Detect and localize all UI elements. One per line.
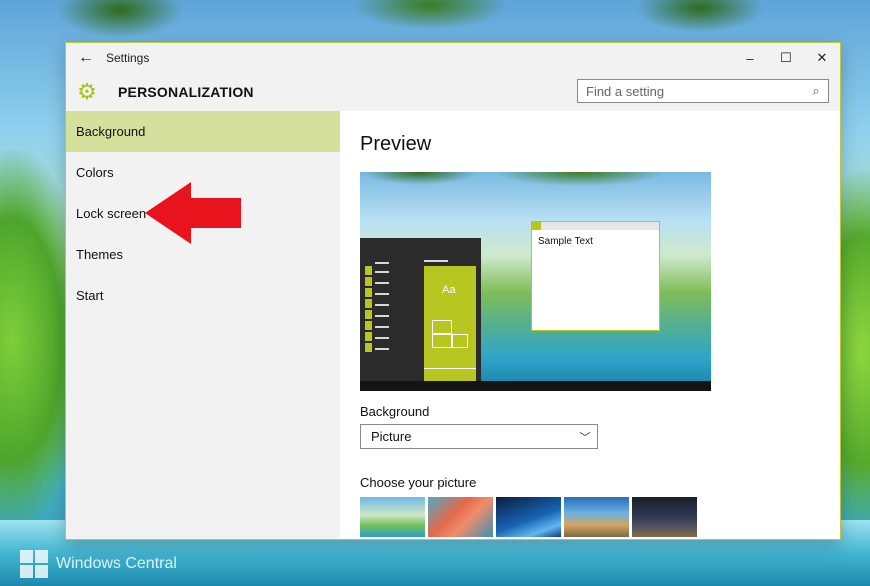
sidebar-item-background[interactable]: Background <box>66 111 340 152</box>
back-button[interactable]: ← <box>66 43 106 73</box>
choose-picture-label: Choose your picture <box>360 475 477 490</box>
search-input[interactable] <box>578 82 804 100</box>
windows-logo-icon <box>20 550 48 578</box>
maximize-button[interactable]: ☐ <box>768 43 804 73</box>
preview-start-menu: Aa <box>360 238 481 381</box>
preview-line <box>375 271 389 273</box>
preview-window-bar <box>532 222 659 230</box>
picture-thumbnails <box>360 497 697 537</box>
main-content: Preview Aa Sample Text Background Pictur… <box>340 111 840 539</box>
preview-tile <box>365 288 372 297</box>
preview-taskbar <box>360 381 711 391</box>
preview-sample-text: Sample Text <box>538 236 593 247</box>
picture-thumbnail[interactable] <box>360 497 425 537</box>
watermark: Windows Central <box>20 548 177 580</box>
preview-line <box>375 315 389 317</box>
gear-icon: ⚙ <box>77 79 97 104</box>
background-dropdown[interactable]: Picture ﹀ <box>360 424 598 449</box>
settings-window: ← Settings – ☐ ✕ ⚙ PERSONALIZATION ⌕ Bac… <box>66 43 840 539</box>
preview-tile <box>365 321 372 330</box>
preview-line <box>375 293 389 295</box>
watermark-text: Windows Central <box>56 555 177 572</box>
chevron-down-icon: ﹀ <box>579 431 591 444</box>
search-box[interactable]: ⌕ <box>577 79 829 103</box>
preview-sample-window: Sample Text <box>531 221 660 331</box>
window-title: Settings <box>106 51 150 65</box>
back-arrow-icon: ← <box>78 49 94 66</box>
preview-leaves <box>360 172 711 202</box>
picture-thumbnail[interactable] <box>632 497 697 537</box>
page-header: ⚙ PERSONALIZATION ⌕ <box>66 73 840 111</box>
minimize-button[interactable]: – <box>732 43 768 73</box>
page-title: PERSONALIZATION <box>118 84 254 100</box>
preview-tile <box>365 343 372 352</box>
window-controls: – ☐ ✕ <box>732 43 840 73</box>
picture-thumbnail[interactable] <box>564 497 629 537</box>
preview-line <box>375 348 389 350</box>
preview-tile <box>365 277 372 286</box>
picture-thumbnail[interactable] <box>496 497 561 537</box>
preview-line <box>424 260 448 262</box>
search-icon[interactable]: ⌕ <box>804 83 828 99</box>
sidebar: Background Colors Lock screen Themes Sta… <box>66 111 340 539</box>
background-preview: Aa Sample Text <box>360 172 711 391</box>
preview-tile: Aa <box>424 266 476 381</box>
preview-line <box>375 337 389 339</box>
preview-tile <box>365 310 372 319</box>
preview-tile-label: Aa <box>442 284 456 296</box>
background-dropdown-value: Picture <box>371 429 412 444</box>
preview-tile <box>365 332 372 341</box>
preview-line <box>375 262 389 264</box>
preview-line <box>375 304 389 306</box>
preview-line <box>375 282 389 284</box>
preview-tile <box>365 299 372 308</box>
title-bar: ← Settings – ☐ ✕ <box>66 43 840 73</box>
picture-thumbnail[interactable] <box>428 497 493 537</box>
preview-heading: Preview <box>360 133 432 155</box>
sidebar-item-start[interactable]: Start <box>66 275 340 316</box>
annotation-arrow-icon <box>145 182 241 244</box>
preview-tile <box>365 266 372 275</box>
preview-line <box>375 326 389 328</box>
close-button[interactable]: ✕ <box>804 43 840 73</box>
background-label: Background <box>360 404 430 419</box>
